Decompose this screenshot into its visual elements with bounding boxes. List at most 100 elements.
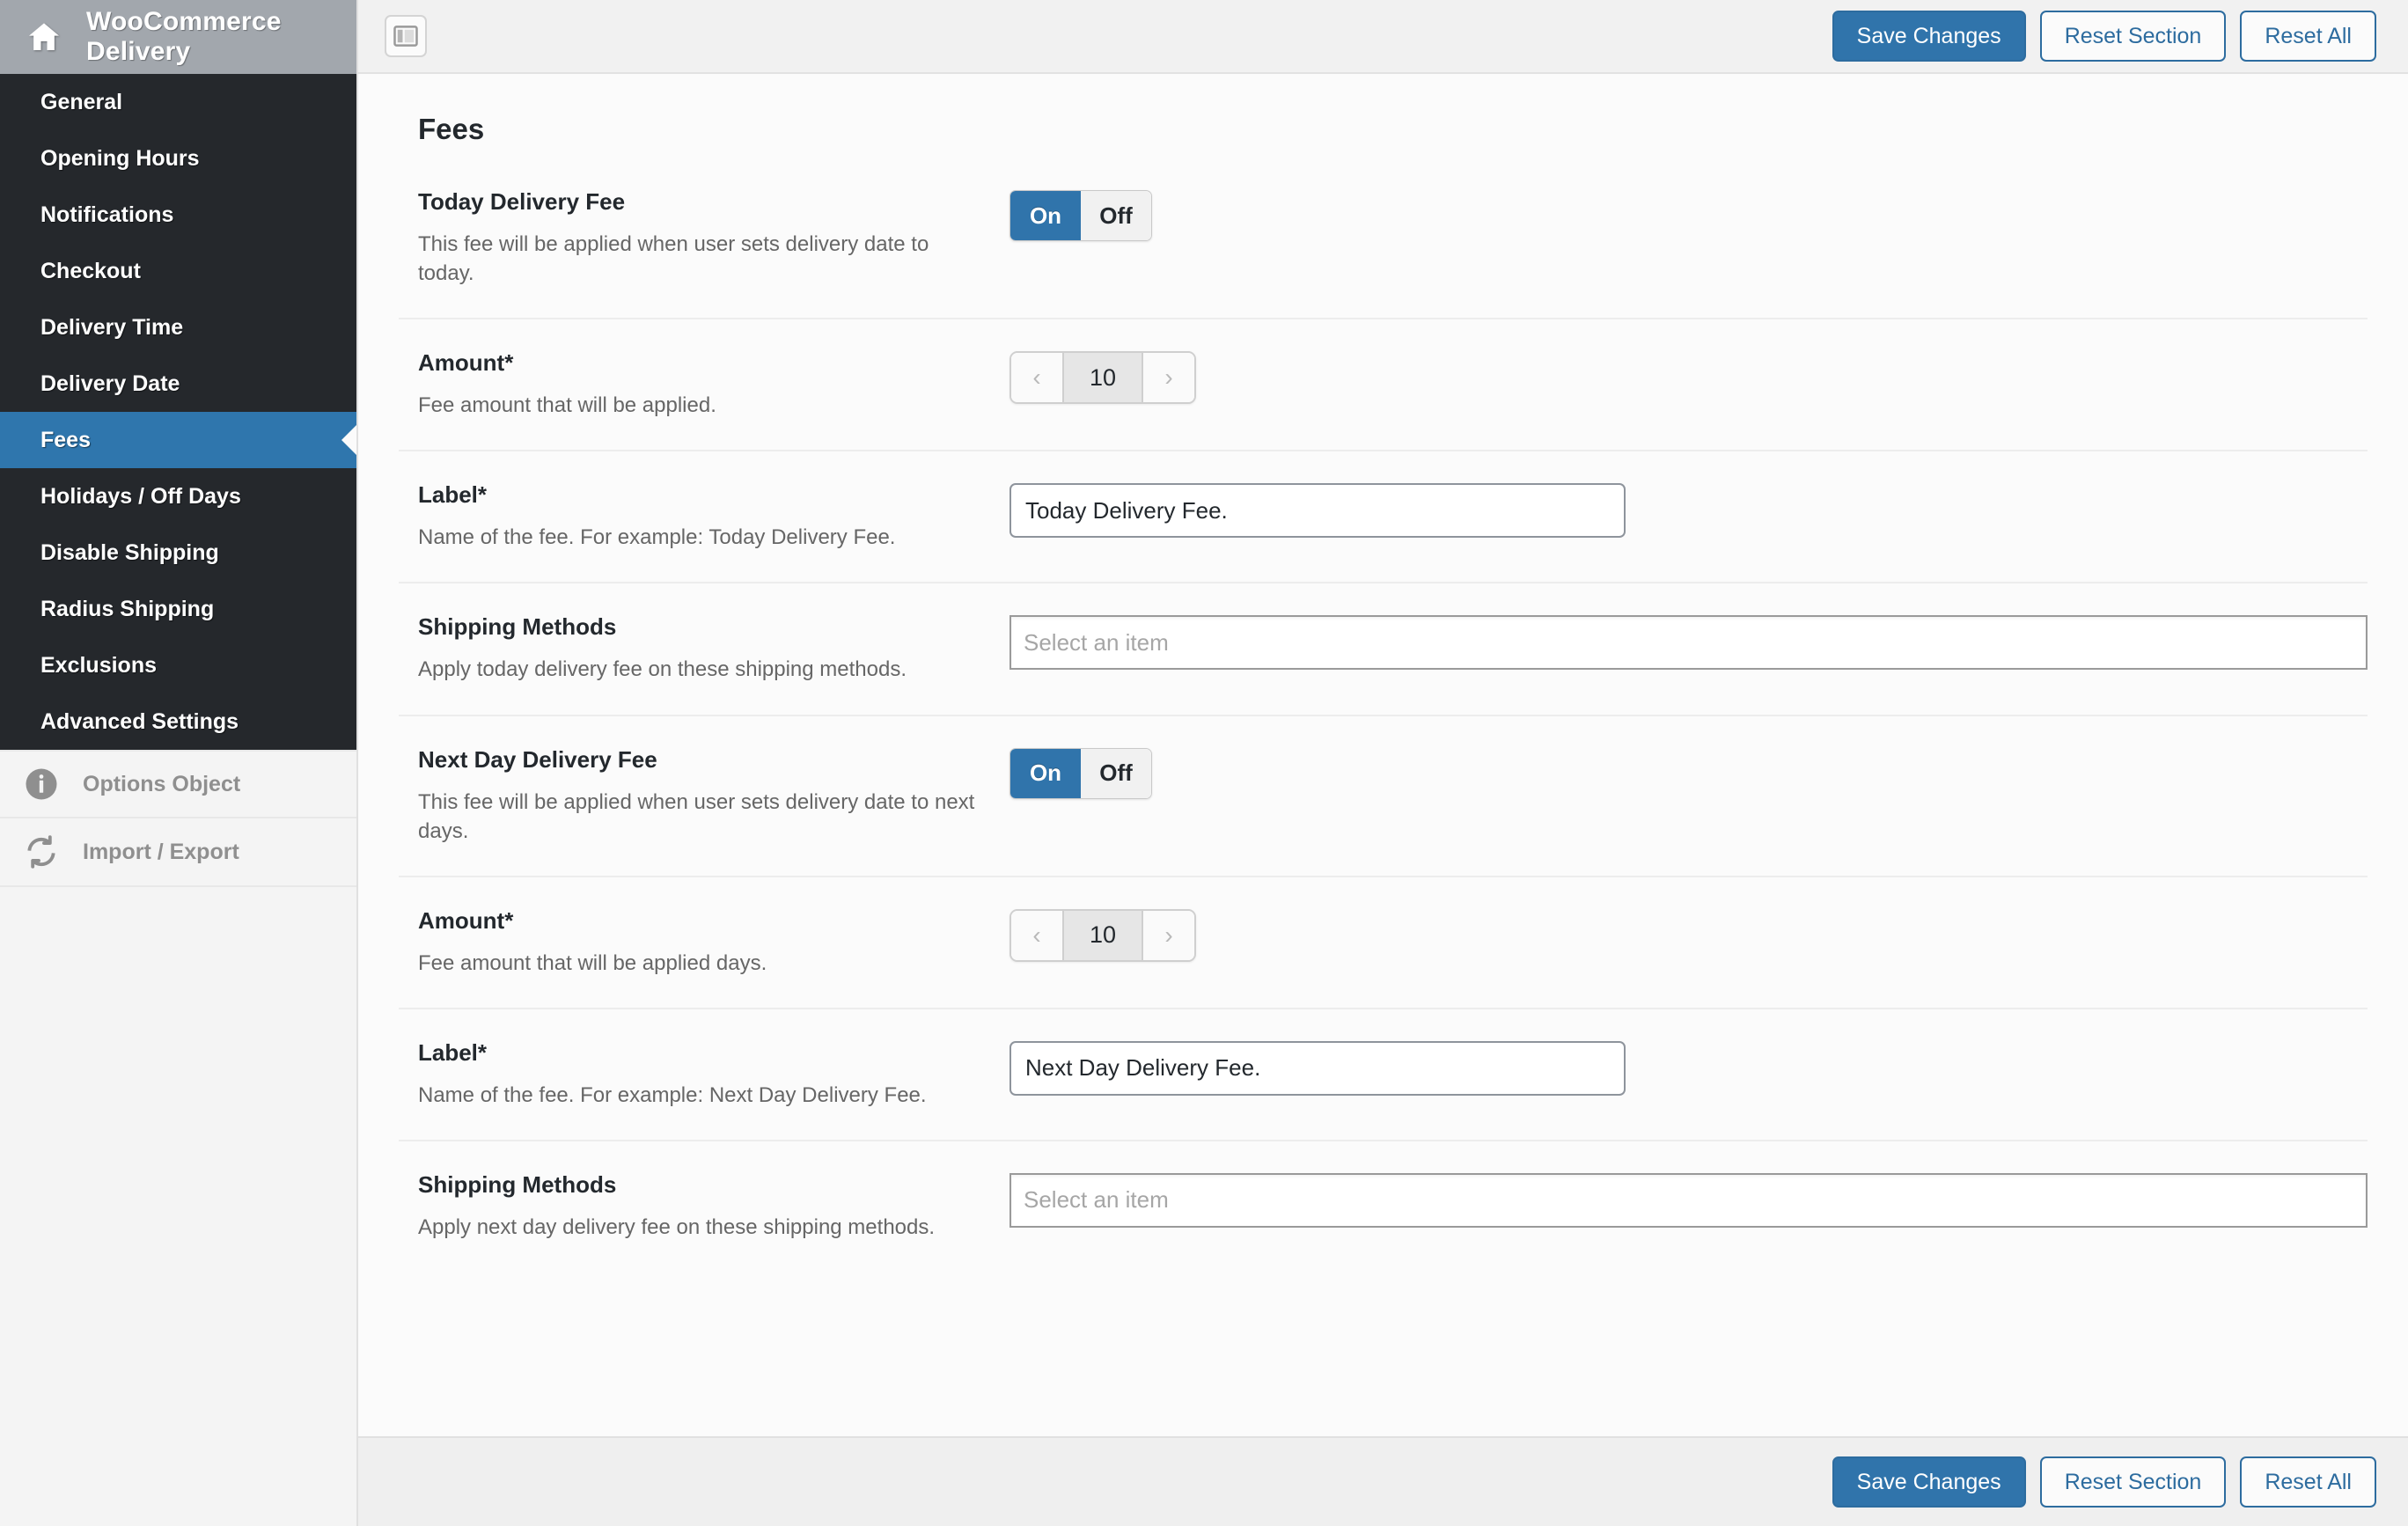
toggle-on-option[interactable]: On	[1010, 749, 1081, 798]
field-text-block: Amount* Fee amount that will be applied.	[418, 349, 1009, 420]
increment-button[interactable]: ›	[1143, 911, 1194, 960]
sidebar-item-delivery-time[interactable]: Delivery Time	[0, 299, 356, 356]
field-text-block: Label* Name of the fee. For example: Nex…	[418, 1039, 1009, 1110]
field-description: Name of the fee. For example: Next Day D…	[418, 1081, 988, 1110]
sidebar-item-label: Opening Hours	[40, 146, 200, 172]
sidebar-item-label: Disable Shipping	[40, 540, 219, 566]
reset-all-button[interactable]: Reset All	[2240, 11, 2376, 62]
field-today-label: Label* Name of the fee. For example: Tod…	[399, 450, 2368, 582]
sidebar-item-radius-shipping[interactable]: Radius Shipping	[0, 581, 356, 637]
sidebar-item-label: Options Object	[83, 772, 240, 797]
toggle-sidebar-button[interactable]	[385, 15, 427, 57]
field-control: Select an item	[1009, 1171, 2368, 1228]
sidebar-item-label: Delivery Time	[40, 315, 183, 341]
field-control: Select an item	[1009, 613, 2368, 670]
sidebar-secondary-nav: Options Object Import / Export	[0, 750, 356, 887]
field-control: On Off	[1009, 746, 2368, 799]
field-description: This fee will be applied when user sets …	[418, 788, 988, 846]
field-description: Name of the fee. For example: Today Deli…	[418, 523, 988, 552]
page-title: Fees	[399, 74, 2368, 181]
sidebar-item-options-object[interactable]: Options Object	[0, 750, 356, 818]
field-label: Amount*	[418, 349, 988, 377]
today-amount-stepper[interactable]: ‹ 10 ›	[1009, 351, 1196, 404]
next-amount-stepper[interactable]: ‹ 10 ›	[1009, 909, 1196, 962]
sidebar-item-advanced-settings[interactable]: Advanced Settings	[0, 693, 356, 750]
sidebar-item-label: General	[40, 90, 122, 115]
field-description: Apply today delivery fee on these shippi…	[418, 655, 988, 684]
toolbar-actions: Save Changes Reset Section Reset All	[1832, 11, 2376, 62]
main-column: Save Changes Reset Section Reset All Fee…	[358, 0, 2408, 1526]
sidebar-item-opening-hours[interactable]: Opening Hours	[0, 130, 356, 187]
field-next-amount: Amount* Fee amount that will be applied …	[399, 876, 2368, 1008]
sidebar-item-holidays-off-days[interactable]: Holidays / Off Days	[0, 468, 356, 525]
field-today-amount: Amount* Fee amount that will be applied.…	[399, 318, 2368, 450]
field-next-label: Label* Name of the fee. For example: Nex…	[399, 1008, 2368, 1140]
field-control	[1009, 481, 2368, 538]
sidebar-empty-area	[0, 887, 356, 1526]
field-label: Next Day Delivery Fee	[418, 746, 988, 774]
sidebar-item-label: Advanced Settings	[40, 709, 239, 735]
today-amount-input[interactable]: 10	[1062, 353, 1143, 402]
field-text-block: Label* Name of the fee. For example: Tod…	[418, 481, 1009, 552]
field-control: ‹ 10 ›	[1009, 349, 2368, 404]
field-description: Fee amount that will be applied.	[418, 391, 988, 420]
field-text-block: Amount* Fee amount that will be applied …	[418, 907, 1009, 978]
field-label: Label*	[418, 1039, 988, 1067]
sidebar: WooCommerce Delivery General Opening Hou…	[0, 0, 358, 1526]
top-toolbar: Save Changes Reset Section Reset All	[358, 0, 2408, 74]
toggle-on-option[interactable]: On	[1010, 191, 1081, 240]
decrement-button[interactable]: ‹	[1011, 911, 1062, 960]
reset-section-button-footer[interactable]: Reset Section	[2040, 1456, 2227, 1508]
field-label: Amount*	[418, 907, 988, 935]
select-placeholder: Select an item	[1024, 1186, 1169, 1214]
toggle-off-option[interactable]: Off	[1081, 191, 1151, 240]
increment-button[interactable]: ›	[1143, 353, 1194, 402]
sidebar-item-delivery-date[interactable]: Delivery Date	[0, 356, 356, 412]
next-day-fee-label-input[interactable]	[1009, 1041, 1626, 1096]
info-icon	[23, 766, 60, 803]
next-day-delivery-fee-toggle[interactable]: On Off	[1009, 748, 1152, 799]
sidebar-item-checkout[interactable]: Checkout	[0, 243, 356, 299]
sidebar-item-label: Delivery Date	[40, 371, 180, 397]
field-description: Fee amount that will be applied days.	[418, 949, 988, 978]
sidebar-nav: General Opening Hours Notifications Chec…	[0, 74, 356, 750]
sidebar-item-label: Import / Export	[83, 840, 239, 865]
sidebar-item-label: Radius Shipping	[40, 597, 214, 622]
field-today-shipping-methods: Shipping Methods Apply today delivery fe…	[399, 582, 2368, 714]
next-day-shipping-methods-select[interactable]: Select an item	[1009, 1173, 2368, 1228]
sidebar-item-label: Exclusions	[40, 653, 157, 679]
sidebar-header: WooCommerce Delivery	[0, 0, 356, 74]
next-amount-input[interactable]: 10	[1062, 911, 1143, 960]
field-control: On Off	[1009, 188, 2368, 241]
decrement-button[interactable]: ‹	[1011, 353, 1062, 402]
reset-all-button-footer[interactable]: Reset All	[2240, 1456, 2376, 1508]
field-control	[1009, 1039, 2368, 1096]
sidebar-item-notifications[interactable]: Notifications	[0, 187, 356, 243]
footer-actions: Save Changes Reset Section Reset All	[1832, 1456, 2376, 1508]
sidebar-item-label: Holidays / Off Days	[40, 484, 241, 510]
field-next-day-delivery-fee: Next Day Delivery Fee This fee will be a…	[399, 715, 2368, 876]
sidebar-item-fees[interactable]: Fees	[0, 412, 356, 468]
today-delivery-fee-toggle[interactable]: On Off	[1009, 190, 1152, 241]
save-changes-button-footer[interactable]: Save Changes	[1832, 1456, 2026, 1508]
field-text-block: Next Day Delivery Fee This fee will be a…	[418, 746, 1009, 846]
field-next-shipping-methods: Shipping Methods Apply next day delivery…	[399, 1140, 2368, 1272]
today-fee-label-input[interactable]	[1009, 483, 1626, 538]
select-placeholder: Select an item	[1024, 629, 1169, 657]
reset-section-button[interactable]: Reset Section	[2040, 11, 2227, 62]
toggle-off-option[interactable]: Off	[1081, 749, 1151, 798]
field-text-block: Shipping Methods Apply next day delivery…	[418, 1171, 1009, 1242]
bottom-toolbar: Save Changes Reset Section Reset All	[358, 1436, 2408, 1526]
sidebar-item-import-export[interactable]: Import / Export	[0, 818, 356, 887]
sidebar-item-label: Checkout	[40, 259, 141, 284]
settings-panel: WooCommerce Delivery General Opening Hou…	[0, 0, 2408, 1526]
save-changes-button[interactable]: Save Changes	[1832, 11, 2026, 62]
sidebar-title: WooCommerce Delivery	[86, 7, 356, 67]
sidebar-item-general[interactable]: General	[0, 74, 356, 130]
sidebar-layout-icon	[393, 23, 419, 49]
sidebar-item-disable-shipping[interactable]: Disable Shipping	[0, 525, 356, 581]
today-shipping-methods-select[interactable]: Select an item	[1009, 615, 2368, 670]
settings-content: Fees Today Delivery Fee This fee will be…	[358, 74, 2408, 1436]
sidebar-item-exclusions[interactable]: Exclusions	[0, 637, 356, 693]
field-text-block: Today Delivery Fee This fee will be appl…	[418, 188, 1009, 288]
